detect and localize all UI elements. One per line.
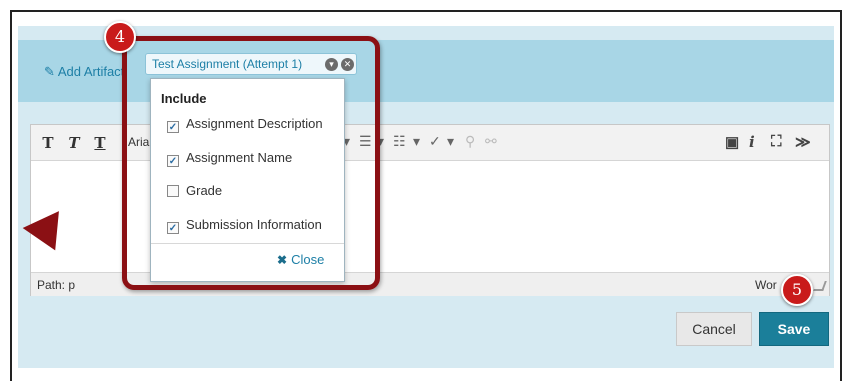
word-count-label: Wor <box>755 278 777 292</box>
step-marker-5: 5 <box>781 274 813 306</box>
bold-button[interactable]: T <box>37 132 59 154</box>
save-button[interactable]: Save <box>759 312 829 346</box>
fullscreen-icon[interactable]: ⛶ <box>771 133 782 150</box>
cancel-button[interactable]: Cancel <box>676 312 752 346</box>
path-label: Path: p <box>37 278 76 292</box>
chevron-down-icon[interactable]: ▾ <box>413 133 420 150</box>
add-artifact-link[interactable]: ✎ Add Artifact <box>44 64 124 80</box>
paperclip-icon: ✎ <box>44 64 55 79</box>
resize-handle-icon[interactable] <box>813 281 827 291</box>
callout-highlight <box>122 36 380 290</box>
add-artifact-label: Add Artifact <box>57 64 125 79</box>
underline-button[interactable]: T <box>89 132 111 154</box>
info-icon[interactable]: i <box>749 133 755 151</box>
italic-button[interactable]: T <box>63 132 85 154</box>
spellcheck-icon[interactable]: ✓ <box>429 133 441 150</box>
unlink-icon[interactable]: ⚯ <box>485 133 497 150</box>
link-icon[interactable]: ⚲ <box>465 133 475 150</box>
preview-icon[interactable]: ▣ <box>725 133 739 151</box>
list-icon[interactable]: ☷ <box>393 133 406 150</box>
more-icon[interactable]: ≫ <box>795 133 811 151</box>
step-marker-4: 4 <box>104 21 136 53</box>
chevron-down-icon[interactable]: ▾ <box>447 133 454 150</box>
